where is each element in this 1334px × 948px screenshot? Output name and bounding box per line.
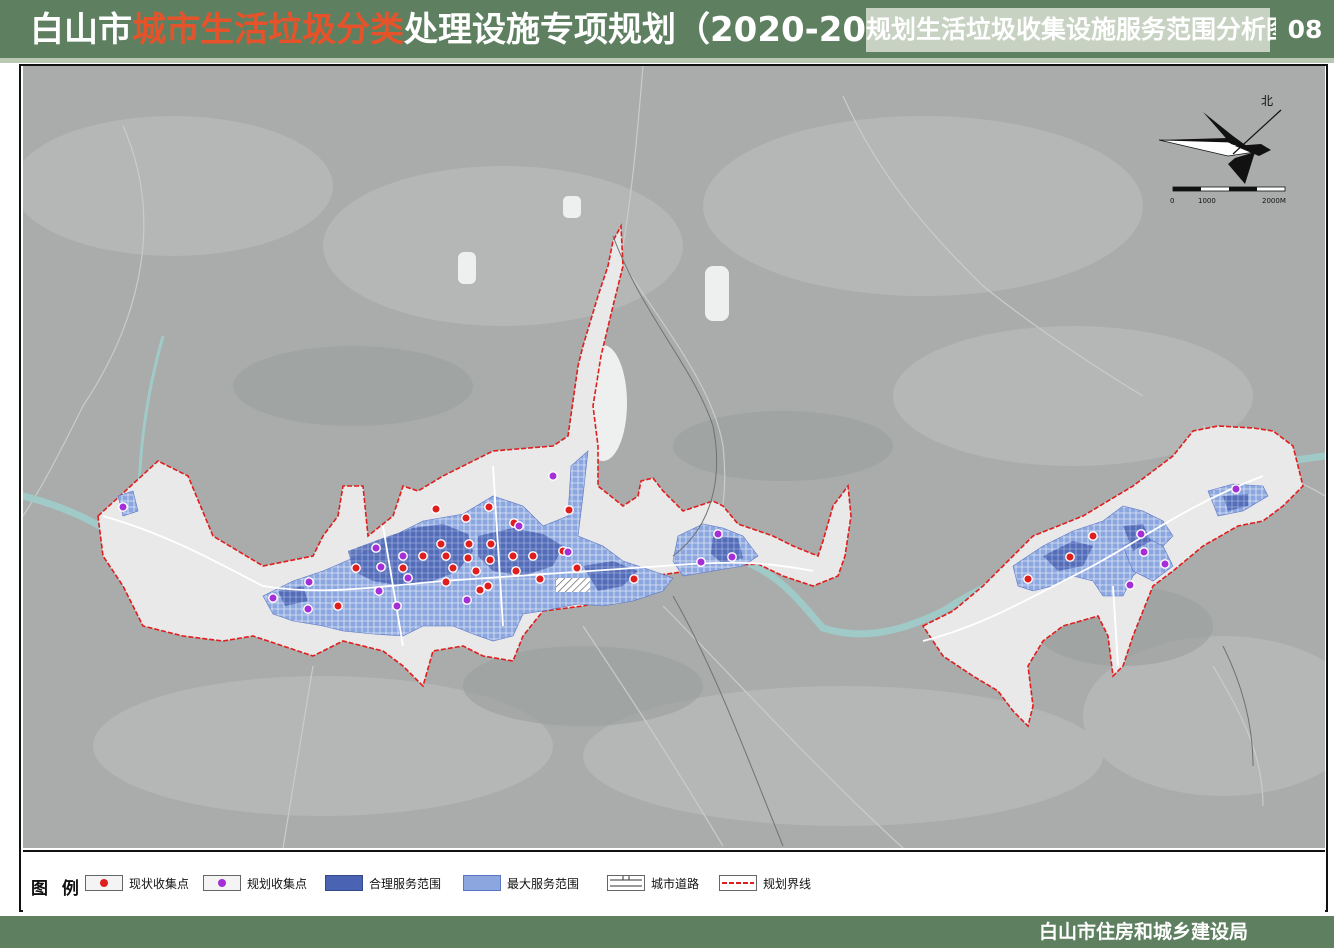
existing-point[interactable] [486, 539, 496, 549]
planned-point[interactable] [1136, 529, 1146, 539]
north-label: 北 [1261, 94, 1273, 108]
existing-point[interactable] [441, 577, 451, 587]
existing-point[interactable] [511, 566, 521, 576]
legend-label: 城市道路 [651, 877, 700, 891]
existing-point[interactable] [629, 574, 639, 584]
title-prefix: 白山市 [30, 10, 132, 50]
existing-point[interactable] [475, 585, 485, 595]
existing-point[interactable] [471, 566, 481, 576]
red-dot-icon [85, 875, 123, 891]
legend-label: 合理服务范围 [369, 877, 442, 891]
planned-point[interactable] [713, 529, 723, 539]
planned-point[interactable] [1125, 580, 1135, 590]
planned-point[interactable] [371, 543, 381, 553]
existing-point[interactable] [333, 601, 343, 611]
planned-point[interactable] [403, 573, 413, 583]
existing-point[interactable] [572, 563, 582, 573]
scale-label-1000: 1000 [1198, 197, 1216, 205]
planned-point[interactable] [118, 502, 128, 512]
legend-title: 图 例 [31, 879, 83, 899]
planned-point[interactable] [548, 471, 558, 481]
existing-point[interactable] [535, 574, 545, 584]
footer-organization: 白山市住房和城乡建设局 [1038, 921, 1248, 943]
existing-point[interactable] [351, 563, 361, 573]
planned-point[interactable] [392, 601, 402, 611]
legend: 图 例 现状收集点 规划收集点 合理服务范围 最大服务范围 城市道路 规划界线 [23, 850, 1325, 912]
planned-point[interactable] [727, 552, 737, 562]
planned-point[interactable] [514, 521, 524, 531]
existing-point[interactable] [1088, 531, 1098, 541]
planned-point[interactable] [374, 586, 384, 596]
header-divider [0, 58, 1334, 63]
existing-point[interactable] [464, 539, 474, 549]
existing-point[interactable] [398, 563, 408, 573]
legend-label: 规划界线 [763, 877, 812, 891]
legend-label: 规划收集点 [247, 877, 308, 891]
planned-point[interactable] [304, 577, 314, 587]
header-bar: 白山市城市生活垃圾分类处理设施专项规划（2020-2035年） 规划生活垃圾收集… [0, 0, 1334, 58]
hatched-zone [556, 578, 590, 592]
planned-point[interactable] [563, 547, 573, 557]
road-icon [607, 875, 645, 891]
legend-label: 最大服务范围 [507, 877, 580, 891]
existing-point[interactable] [564, 505, 574, 515]
sheet-number: 08 [1276, 8, 1334, 52]
existing-point[interactable] [436, 539, 446, 549]
planned-point[interactable] [696, 557, 706, 567]
planned-point[interactable] [1139, 547, 1149, 557]
light-blue-fill-icon [463, 875, 501, 891]
legend-label: 现状收集点 [129, 877, 190, 891]
main-title: 白山市城市生活垃圾分类处理设施专项规划（2020-2035年） [30, 8, 981, 52]
map-svg: 北 0 1000 2000M [23, 66, 1325, 848]
planned-point[interactable] [268, 593, 278, 603]
existing-point[interactable] [418, 551, 428, 561]
footer-bar: 白山市住房和城乡建设局 [0, 916, 1334, 948]
existing-point[interactable] [508, 551, 518, 561]
existing-point[interactable] [441, 551, 451, 561]
map-canvas[interactable]: 北 0 1000 2000M [23, 66, 1325, 848]
title-accent: 城市生活垃圾分类 [132, 10, 404, 50]
existing-point[interactable] [431, 504, 441, 514]
existing-point[interactable] [448, 563, 458, 573]
planned-point[interactable] [462, 595, 472, 605]
existing-point[interactable] [1023, 574, 1033, 584]
planned-point[interactable] [1160, 559, 1170, 569]
dashed-red-line-icon [719, 875, 757, 891]
planned-point[interactable] [398, 551, 408, 561]
existing-point[interactable] [461, 513, 471, 523]
existing-point[interactable] [528, 551, 538, 561]
existing-point[interactable] [485, 555, 495, 565]
scale-label-2000: 2000M [1262, 197, 1286, 205]
dark-blue-fill-icon [325, 875, 363, 891]
planned-point[interactable] [1231, 484, 1241, 494]
existing-point[interactable] [463, 553, 473, 563]
map-subtitle: 规划生活垃圾收集设施服务范围分析图 [866, 8, 1291, 52]
existing-point[interactable] [484, 502, 494, 512]
planned-point[interactable] [303, 604, 313, 614]
planned-point[interactable] [376, 562, 386, 572]
scale-label-0: 0 [1170, 197, 1174, 205]
purple-dot-icon [203, 875, 241, 891]
existing-point[interactable] [483, 581, 493, 591]
existing-point[interactable] [1065, 552, 1075, 562]
